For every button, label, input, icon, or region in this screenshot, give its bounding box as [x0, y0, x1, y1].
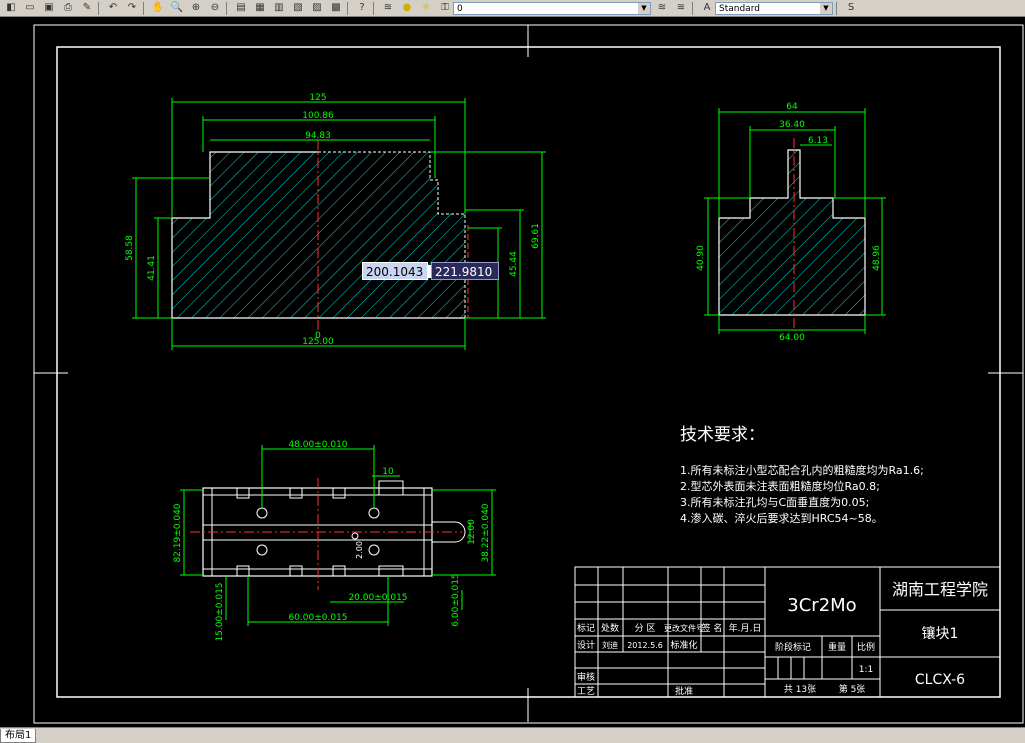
tech-requirements-heading: 技术要求：	[680, 425, 765, 445]
zoom-realtime-icon[interactable]: 🔍	[169, 1, 185, 15]
dim-right-height-inner: 45.44	[509, 251, 519, 277]
text-style-icon[interactable]: A	[699, 1, 715, 15]
toolbar-separator	[98, 1, 99, 15]
layer-dropdown[interactable]: 0 ▼	[453, 1, 651, 15]
text-style-value: Standard	[719, 3, 760, 14]
header-mark: 标记	[577, 622, 595, 634]
dim-side-height-left: 40.90	[696, 245, 706, 271]
header-zone: 分 区	[635, 623, 656, 634]
dim-top-bottom-right: 20.00±0.015	[348, 593, 407, 603]
title-material: 3Cr2Mo	[787, 595, 856, 616]
markup-icon[interactable]: ▨	[309, 1, 325, 15]
sun-icon[interactable]: ☼	[418, 1, 434, 15]
standardize-label: 标准化	[670, 639, 697, 651]
canvas-background	[0, 17, 1025, 727]
sheet-number: 第 5张	[839, 683, 866, 695]
dim-side-top-width: 64	[786, 102, 798, 112]
header-sign: 签 名	[702, 622, 723, 634]
toolbar: ◧ ▭ ▣ ⎙ ✎ ↶ ↷ ✋ 🔍 ⊕ ⊖ ▤ ▦ ▥ ▧ ▨ ▩ ? ≋ ● …	[0, 0, 1025, 17]
tech-requirement-1: 1.所有未标注小型芯配合孔内的粗糙度均为Ra1.6;	[680, 463, 924, 477]
pan-icon[interactable]: ✋	[150, 1, 166, 15]
dim-top-center-mark: 2.00	[355, 541, 364, 559]
help-icon[interactable]: ?	[354, 1, 370, 15]
process-label: 工艺	[577, 686, 595, 697]
zoom-window-icon[interactable]: ⊕	[188, 1, 204, 15]
toolbar-separator	[836, 1, 837, 15]
header-change-doc: 更改文件号	[664, 623, 704, 633]
design-date: 2012.5.6	[627, 641, 663, 650]
tech-requirement-3: 3.所有未标注孔均与C面垂直度为0.05;	[680, 495, 869, 509]
redo-icon[interactable]: ↷	[124, 1, 140, 15]
dim-top-width: 94.83	[305, 131, 331, 141]
dim-left-height-inner: 41.41	[147, 255, 157, 281]
toolbar-separator	[373, 1, 374, 15]
header-count: 处数	[601, 622, 619, 634]
dim-top-slot-width: 10	[382, 467, 394, 477]
layout-tab-bar: 布局1	[0, 727, 1025, 743]
dim-upper-width: 100.86	[302, 111, 334, 121]
pencil-icon[interactable]: ✎	[79, 1, 95, 15]
title-drawing-no: CLCX-6	[915, 672, 965, 688]
dynamic-input-y[interactable]: 221.9810	[431, 262, 499, 280]
review-label: 审核	[577, 671, 595, 683]
sheet-set-icon[interactable]: ▧	[290, 1, 306, 15]
design-label: 设计	[577, 639, 595, 651]
dim-style-icon[interactable]: S	[843, 1, 859, 15]
undo-icon[interactable]: ↶	[105, 1, 121, 15]
stage-label: 阶段标记	[775, 641, 811, 653]
plot-icon[interactable]: ⎙	[60, 1, 76, 15]
dim-hole-mark: 0	[315, 331, 321, 341]
tech-requirement-4: 4.渗入碳、淬火后要求达到HRC54~58。	[680, 511, 883, 525]
dim-top-small: 12.00	[467, 519, 477, 545]
calculator-icon[interactable]: ▩	[328, 1, 344, 15]
save-icon[interactable]: ▣	[41, 1, 57, 15]
dim-right-height-outer: 69.61	[531, 223, 541, 249]
layer-manager-icon[interactable]: ≋	[380, 1, 396, 15]
dim-overall-width: 125	[309, 93, 326, 103]
designer-name: 刘迪	[602, 640, 618, 650]
tab-layout1[interactable]: 布局1	[0, 729, 37, 743]
chevron-down-icon[interactable]: ▼	[638, 2, 650, 14]
tool-palette-icon[interactable]: ▥	[271, 1, 287, 15]
sheets-total: 共 13张	[784, 684, 816, 695]
tech-requirement-2: 2.型芯外表面未注表面粗糙度均位Ra0.8;	[680, 479, 880, 493]
header-date: 年.月.日	[729, 622, 762, 634]
toolbar-separator	[143, 1, 144, 15]
lock-icon[interactable]: ⚿	[437, 1, 453, 15]
design-center-icon[interactable]: ▦	[252, 1, 268, 15]
chevron-down-icon[interactable]: ▼	[820, 2, 832, 14]
approve-label: 批准	[675, 685, 693, 697]
zoom-previous-icon[interactable]: ⊖	[207, 1, 223, 15]
dim-top-bottom-center: 60.00±0.015	[288, 613, 347, 623]
title-school: 湖南工程学院	[892, 580, 988, 599]
make-current-layer-icon[interactable]: ≋	[654, 1, 670, 15]
scale-label: 比例	[857, 641, 875, 653]
dim-top-hole-span: 48.00±0.010	[288, 440, 347, 450]
dim-left-height-outer: 58.58	[125, 235, 135, 261]
dim-top-left-height: 82.19±0.040	[173, 503, 183, 562]
weight-label: 重量	[828, 641, 846, 653]
dim-side-slot-width: 36.40	[779, 120, 805, 130]
dim-top-right-vertical: 6.00±0.015	[451, 573, 461, 626]
dim-top-left-vertical: 15.00±0.015	[215, 582, 225, 641]
layer-previous-icon[interactable]: ≋	[673, 1, 689, 15]
dim-top-right-height: 38.22±0.040	[481, 503, 491, 562]
layer-value: 0	[457, 3, 463, 14]
open-icon[interactable]: ▭	[22, 1, 38, 15]
dim-side-slot-small: 6.13	[808, 136, 828, 146]
text-style-dropdown[interactable]: Standard ▼	[715, 1, 833, 15]
toolbar-separator	[226, 1, 227, 15]
scale-value: 1:1	[859, 665, 873, 675]
toolbar-separator	[347, 1, 348, 15]
properties-icon[interactable]: ▤	[233, 1, 249, 15]
dynamic-input-x[interactable]: 200.1043	[362, 262, 433, 280]
title-part-name: 镶块1	[922, 625, 959, 642]
dim-side-bottom-width: 64.00	[779, 333, 805, 343]
dim-side-height-right: 48.96	[872, 245, 882, 271]
drawing-canvas[interactable]: 125 100.86 94.83 125.00 0 58.58 41.41 69…	[0, 17, 1025, 727]
lightbulb-icon[interactable]: ●	[399, 1, 415, 15]
toolbar-separator	[692, 1, 693, 15]
new-icon[interactable]: ◧	[3, 1, 19, 15]
